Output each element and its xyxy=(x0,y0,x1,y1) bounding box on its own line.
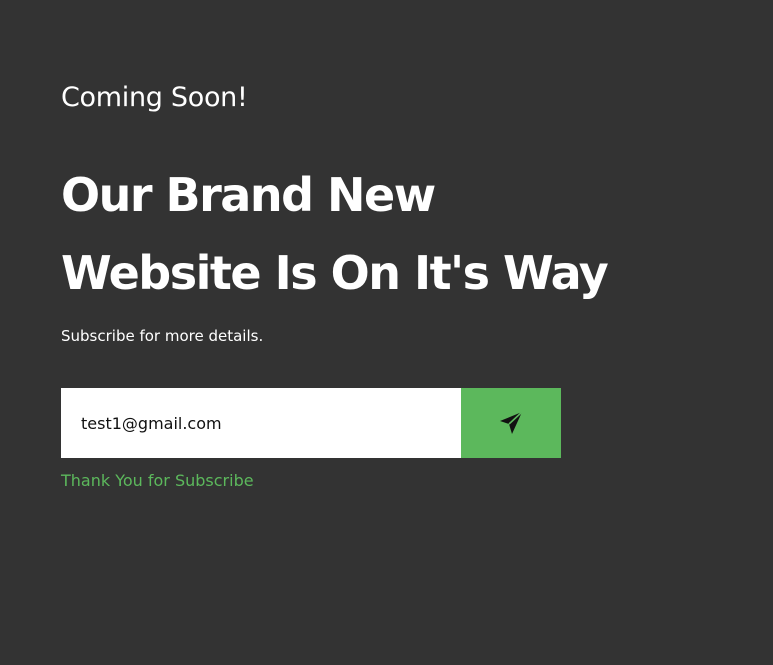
subscribe-submit-button[interactable] xyxy=(461,388,561,458)
send-paper-plane-icon xyxy=(497,409,525,437)
coming-soon-page: Coming Soon! Our Brand New Website Is On… xyxy=(0,0,773,665)
headline-line-2: Website Is On It's Way xyxy=(61,246,609,300)
subscribe-subtext: Subscribe for more details. xyxy=(61,327,264,345)
hero-section: Coming Soon! Our Brand New Website Is On… xyxy=(61,80,711,346)
email-input[interactable] xyxy=(61,388,461,458)
subscribe-form xyxy=(61,388,561,458)
headline-line-1: Our Brand New xyxy=(61,168,436,222)
coming-soon-label: Coming Soon! xyxy=(61,82,248,113)
page-headline: Our Brand New Website Is On It's Way xyxy=(61,156,711,312)
subscribe-success-message: Thank You for Subscribe xyxy=(61,471,254,490)
